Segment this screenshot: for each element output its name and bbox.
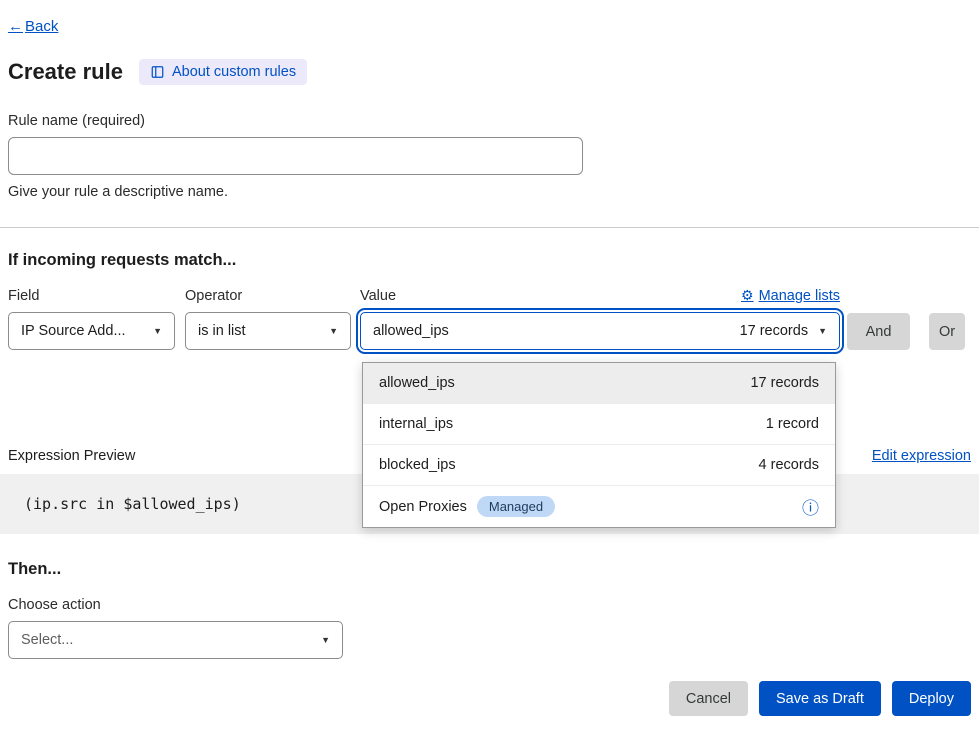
rule-name-input[interactable] — [8, 137, 583, 175]
save-as-draft-button[interactable]: Save as Draft — [759, 681, 881, 716]
list-item-meta: 17 records — [750, 375, 819, 391]
list-item-meta: 4 records — [759, 457, 819, 473]
page-title: Create rule — [8, 59, 123, 85]
then-section-heading: Then... — [8, 560, 971, 579]
chevron-down-icon: ▼ — [818, 326, 827, 336]
action-select[interactable]: Select... ▼ — [8, 621, 343, 659]
chevron-down-icon: ▼ — [321, 635, 330, 645]
gear-icon: ⚙ — [741, 287, 754, 304]
chevron-down-icon: ▼ — [329, 326, 338, 336]
create-rule-page: ←Back Create rule About custom rules Rul… — [0, 0, 979, 716]
footer-actions: Cancel Save as Draft Deploy — [8, 681, 971, 716]
list-item-open-proxies[interactable]: Open Proxies Managed ⓘ — [363, 486, 835, 527]
value-column: Value ⚙ Manage lists allowed_ips 17 reco… — [360, 287, 840, 350]
info-icon[interactable]: ⓘ — [802, 494, 819, 519]
list-item-left: Open Proxies Managed — [379, 496, 555, 517]
field-column: Field IP Source Add... ▼ — [8, 288, 175, 350]
operator-label: Operator — [185, 288, 351, 304]
field-label: Field — [8, 288, 175, 304]
value-dropdown-list: allowed_ips 17 records internal_ips 1 re… — [362, 362, 836, 528]
value-select[interactable]: allowed_ips 17 records ▼ — [360, 312, 840, 350]
about-custom-rules-label: About custom rules — [172, 64, 296, 80]
chevron-down-icon: ▼ — [153, 326, 162, 336]
back-arrow-icon: ← — [8, 18, 23, 35]
expression-code: (ip.src in $allowed_ips) — [24, 495, 241, 513]
list-item-allowed-ips[interactable]: allowed_ips 17 records — [363, 363, 835, 404]
deploy-button[interactable]: Deploy — [892, 681, 971, 716]
list-item-meta: 1 record — [766, 416, 819, 432]
manage-lists-link[interactable]: ⚙ Manage lists — [741, 287, 840, 304]
operator-select-value: is in list — [198, 323, 246, 339]
and-button[interactable]: And — [847, 313, 910, 350]
value-label: Value — [360, 288, 396, 304]
list-item-name: blocked_ips — [379, 457, 456, 473]
book-icon — [150, 65, 165, 79]
list-item-name: Open Proxies — [379, 499, 467, 515]
about-custom-rules-link[interactable]: About custom rules — [139, 59, 307, 85]
value-select-right: 17 records ▼ — [740, 323, 827, 339]
managed-badge: Managed — [477, 496, 555, 517]
field-select-value: IP Source Add... — [21, 323, 126, 339]
or-button[interactable]: Or — [929, 313, 965, 350]
manage-lists-label: Manage lists — [759, 288, 840, 304]
section-divider — [0, 227, 979, 228]
value-select-value: allowed_ips — [373, 323, 449, 339]
value-select-records: 17 records — [740, 323, 809, 339]
choose-action-label: Choose action — [8, 597, 971, 613]
expression-preview-label: Expression Preview — [8, 448, 135, 464]
list-item-name: allowed_ips — [379, 375, 455, 391]
cancel-button[interactable]: Cancel — [669, 681, 748, 716]
list-item-blocked-ips[interactable]: blocked_ips 4 records — [363, 445, 835, 486]
match-section-heading: If incoming requests match... — [8, 251, 971, 270]
value-label-row: Value ⚙ Manage lists — [360, 287, 840, 304]
operator-column: Operator is in list ▼ — [185, 288, 351, 350]
match-controls-row: Field IP Source Add... ▼ Operator is in … — [8, 287, 971, 350]
back-link[interactable]: ←Back — [8, 18, 58, 35]
rule-name-help: Give your rule a descriptive name. — [8, 184, 971, 200]
edit-expression-link[interactable]: Edit expression — [872, 448, 971, 464]
action-select-placeholder: Select... — [21, 632, 73, 648]
rule-name-label: Rule name (required) — [8, 113, 971, 129]
back-row: ←Back — [8, 0, 971, 35]
back-link-label: Back — [25, 18, 58, 35]
field-select[interactable]: IP Source Add... ▼ — [8, 312, 175, 350]
operator-select[interactable]: is in list ▼ — [185, 312, 351, 350]
title-row: Create rule About custom rules — [8, 59, 971, 85]
list-item-internal-ips[interactable]: internal_ips 1 record — [363, 404, 835, 445]
list-item-name: internal_ips — [379, 416, 453, 432]
